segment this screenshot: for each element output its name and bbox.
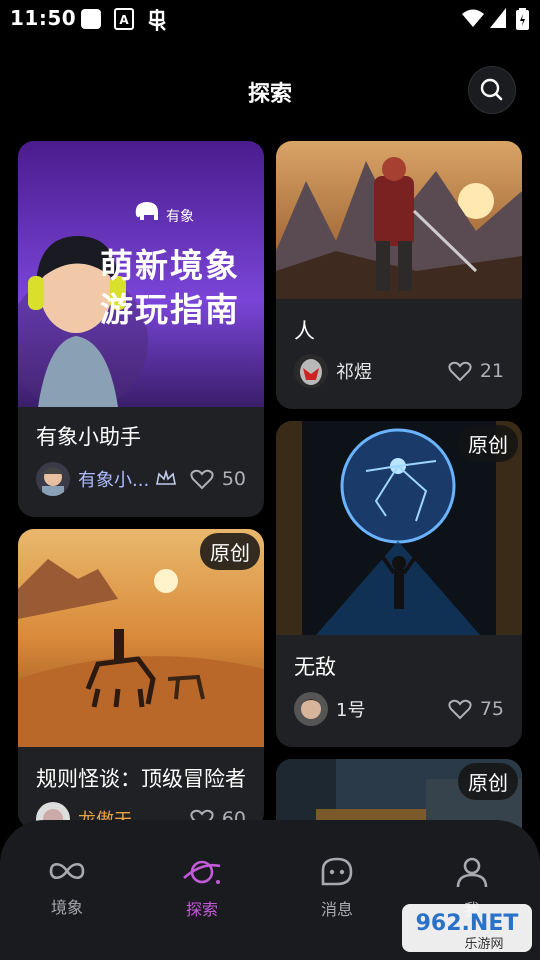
nav-item-home[interactable]: 境象 [17, 856, 117, 918]
site-watermark: 962.NET 乐游网 [402, 902, 532, 954]
card-image [276, 141, 522, 299]
like-button[interactable]: 75 [448, 691, 504, 727]
like-count: 50 [221, 468, 246, 490]
story-card[interactable]: 原创 无敌 1号 75 [276, 421, 522, 747]
user-icon [456, 857, 488, 888]
search-button[interactable] [468, 66, 516, 114]
nav-label: 消息 [320, 900, 353, 919]
story-card[interactable]: 原创 规则怪谈：顶级冒险者 龙傲天 60 [18, 529, 264, 829]
original-badge: 原创 [458, 425, 518, 462]
heart-icon [190, 469, 214, 490]
image-headline-2: 游玩指南 [100, 290, 240, 329]
avatar [294, 692, 328, 726]
infinity-icon [49, 862, 85, 880]
heart-icon [448, 699, 472, 720]
card-title: 人 [294, 319, 315, 343]
signal-icon [490, 8, 506, 28]
avatar [294, 354, 328, 388]
original-badge: 原创 [200, 533, 260, 570]
like-count: 21 [479, 360, 504, 382]
story-card[interactable]: 人 祁煜 21 [276, 141, 522, 409]
page-header: 探索 [0, 64, 540, 116]
svg-text:A: A [119, 13, 129, 27]
image-brand: 有象 [166, 209, 194, 225]
status-time: 11:50 [10, 6, 77, 30]
watermark-text: 962.NET [416, 911, 519, 936]
card-author[interactable]: 有象小... [36, 461, 177, 497]
nav-item-explore[interactable]: 探索 [152, 856, 252, 920]
author-name: 有象小... [78, 470, 150, 491]
notification-square-icon [81, 9, 101, 29]
card-title: 无敌 [294, 655, 336, 679]
elephant-logo-icon [135, 202, 158, 220]
original-badge: 原创 [458, 763, 518, 800]
heart-icon [448, 361, 472, 382]
wifi-icon [462, 9, 484, 27]
crown-badge-icon [156, 470, 177, 485]
like-button[interactable]: 50 [190, 461, 246, 497]
avatar [36, 462, 70, 496]
story-card[interactable]: 有象 萌新境象 游玩指南 有象小助手 有象小... 50 [18, 141, 264, 517]
status-bar: 11:50 A [0, 0, 540, 38]
page-title: 探索 [247, 82, 292, 107]
author-name: 1号 [336, 700, 366, 721]
card-author[interactable]: 1号 [294, 691, 365, 727]
battery-icon [516, 8, 529, 30]
like-count: 75 [479, 698, 504, 720]
app-notification-icon [148, 9, 166, 31]
planet-icon [183, 860, 221, 884]
card-title: 有象小助手 [36, 425, 141, 449]
nav-label: 探索 [185, 900, 218, 919]
like-button[interactable]: 21 [448, 353, 504, 389]
image-headline-1: 萌新境象 [100, 246, 240, 285]
card-author[interactable]: 祁煜 [294, 353, 372, 389]
author-name: 祁煜 [336, 362, 372, 383]
font-a-icon: A [114, 8, 134, 30]
chat-icon [321, 857, 353, 886]
nav-label: 境象 [50, 898, 83, 917]
watermark-subtext: 乐游网 [464, 937, 503, 952]
card-title: 规则怪谈：顶级冒险者 [36, 767, 246, 791]
nav-item-messages[interactable]: 消息 [287, 856, 387, 920]
search-icon [480, 78, 503, 101]
